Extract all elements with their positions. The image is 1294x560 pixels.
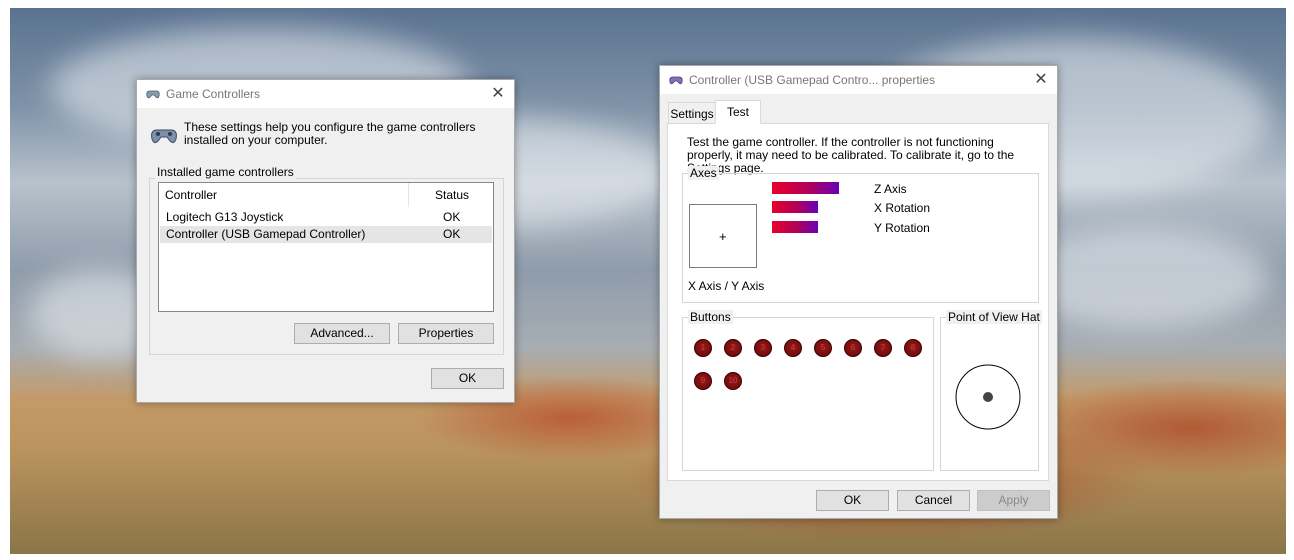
- z-axis-bar: [772, 182, 839, 194]
- controller-button-8: 8: [904, 339, 922, 357]
- controller-button-2: 2: [724, 339, 742, 357]
- ok-button[interactable]: OK: [816, 490, 889, 511]
- controller-button-9: 9: [694, 372, 712, 390]
- properties-titlebar[interactable]: Controller (USB Gamepad Contro... proper…: [660, 66, 1057, 94]
- column-header-controller[interactable]: Controller: [159, 183, 409, 207]
- axes-label: Axes: [688, 166, 719, 180]
- controller-button-6: 6: [844, 339, 862, 357]
- controller-button-10: 10: [724, 372, 742, 390]
- y-rotation-bar: [772, 221, 818, 233]
- xy-crosshair: +: [719, 229, 727, 244]
- advanced-button[interactable]: Advanced...: [294, 323, 390, 344]
- x-rotation-bar: [772, 201, 818, 213]
- apply-button: Apply: [977, 490, 1050, 511]
- buttons-group: [682, 317, 934, 471]
- installed-controllers-label: Installed game controllers: [155, 165, 296, 179]
- controller-button-3: 3: [754, 339, 772, 357]
- gamepad-icon: [669, 76, 683, 85]
- pov-hat-indicator: [955, 364, 1021, 430]
- y-rotation-label: Y Rotation: [874, 221, 930, 235]
- test-intro-text: Test the game controller. If the control…: [687, 135, 1015, 175]
- controller-button-5: 5: [814, 339, 832, 357]
- tab-test[interactable]: Test: [715, 100, 761, 124]
- controller-button-7: 7: [874, 339, 892, 357]
- properties-button[interactable]: Properties: [398, 323, 494, 344]
- close-button[interactable]: ✕: [488, 84, 508, 104]
- tab-settings[interactable]: Settings: [668, 102, 716, 124]
- table-row[interactable]: Controller (USB Gamepad Controller) OK: [160, 226, 492, 243]
- ok-button[interactable]: OK: [431, 368, 504, 389]
- description-text: These settings help you configure the ga…: [184, 120, 476, 147]
- close-button[interactable]: ✕: [1031, 70, 1051, 90]
- game-controllers-dialog: Game Controllers ✕ These settings help y…: [136, 79, 515, 403]
- table-row[interactable]: Logitech G13 Joystick OK: [160, 209, 492, 226]
- gamepad-icon: [146, 90, 160, 99]
- controller-name: Controller (USB Gamepad Controller): [166, 227, 366, 241]
- controller-button-4: 4: [784, 339, 802, 357]
- controllers-list[interactable]: Controller Status Logitech G13 Joystick …: [158, 182, 494, 312]
- controller-button-1: 1: [694, 339, 712, 357]
- pov-label: Point of View Hat: [946, 310, 1042, 324]
- controller-name: Logitech G13 Joystick: [166, 210, 284, 224]
- x-rotation-label: X Rotation: [874, 201, 931, 215]
- controller-status: OK: [443, 210, 461, 224]
- game-controllers-titlebar[interactable]: Game Controllers ✕: [137, 80, 514, 108]
- cancel-button[interactable]: Cancel: [897, 490, 970, 511]
- dialog-title: Controller (USB Gamepad Contro... proper…: [689, 73, 936, 87]
- xy-axis-box: +: [689, 204, 757, 268]
- buttons-label: Buttons: [688, 310, 733, 324]
- gamepad-icon: [151, 129, 177, 144]
- dialog-title: Game Controllers: [166, 87, 261, 101]
- z-axis-label: Z Axis: [874, 182, 907, 196]
- xy-axis-label: X Axis / Y Axis: [688, 279, 765, 293]
- controller-status: OK: [443, 227, 461, 241]
- controller-properties-dialog: Controller (USB Gamepad Contro... proper…: [659, 65, 1058, 519]
- column-header-status[interactable]: Status: [409, 183, 493, 207]
